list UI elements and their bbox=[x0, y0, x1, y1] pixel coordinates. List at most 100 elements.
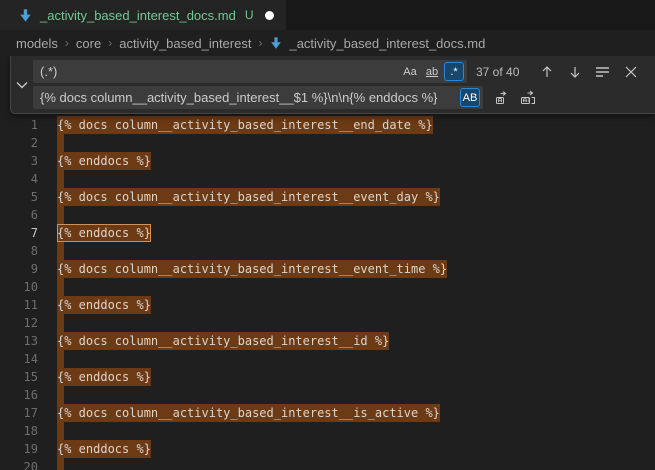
code-line[interactable]: 17{% docs column__activity_based_interes… bbox=[0, 404, 655, 422]
find-match-highlight bbox=[57, 170, 64, 188]
tab-bar: _activity_based_interest_docs.md U bbox=[0, 0, 655, 30]
code-line[interactable]: 16 bbox=[0, 386, 655, 404]
editor-tab[interactable]: _activity_based_interest_docs.md U bbox=[0, 0, 286, 30]
line-number: 2 bbox=[0, 134, 38, 152]
current-find-match: {% enddocs %} bbox=[57, 224, 151, 242]
breadcrumb-item-file[interactable]: _activity_based_interest_docs.md bbox=[269, 36, 485, 51]
line-content: {% enddocs %} bbox=[57, 152, 151, 170]
code-line[interactable]: 11{% enddocs %} bbox=[0, 296, 655, 314]
line-number: 5 bbox=[0, 188, 38, 206]
code-line[interactable]: 6 bbox=[0, 206, 655, 224]
breadcrumb-separator: › bbox=[65, 36, 69, 50]
find-match-highlight: {% docs column__activity_based_interest_… bbox=[57, 260, 447, 278]
whole-word-toggle[interactable]: ab bbox=[422, 62, 442, 81]
find-match-highlight bbox=[57, 206, 64, 224]
line-content bbox=[57, 206, 64, 224]
close-find-button[interactable] bbox=[620, 61, 641, 82]
code-line[interactable]: 18 bbox=[0, 422, 655, 440]
line-number: 13 bbox=[0, 332, 38, 350]
find-in-selection-button[interactable] bbox=[592, 61, 613, 82]
find-match-highlight bbox=[57, 350, 64, 368]
line-content: {% enddocs %} bbox=[57, 368, 151, 386]
code-line[interactable]: 12 bbox=[0, 314, 655, 332]
replace-value: {% docs column__activity_based_interest_… bbox=[40, 90, 458, 105]
code-line[interactable]: 13 {% docs column__activity_based_interes… bbox=[0, 332, 655, 350]
code-lines: 1{% docs column__activity_based_interest… bbox=[0, 116, 655, 470]
line-content: {% docs column__activity_based_interest_… bbox=[57, 116, 433, 134]
preserve-case-toggle[interactable]: AB bbox=[460, 88, 480, 107]
git-status-badge: U bbox=[245, 8, 254, 22]
code-line[interactable]: 4 bbox=[0, 170, 655, 188]
code-line[interactable]: 3 {% enddocs %} bbox=[0, 152, 655, 170]
line-content bbox=[57, 242, 64, 260]
line-number: 12 bbox=[0, 314, 38, 332]
code-line[interactable]: 10 bbox=[0, 278, 655, 296]
line-number: 8 bbox=[0, 242, 38, 260]
line-content bbox=[57, 314, 64, 332]
line-number: 3 bbox=[0, 152, 38, 170]
find-match-highlight: {% docs column__activity_based_interest_… bbox=[57, 188, 440, 206]
close-icon bbox=[625, 66, 637, 78]
line-content: {% docs column__activity_based_interest_… bbox=[57, 188, 440, 206]
find-match-highlight: {% docs column__activity_based_interest_… bbox=[57, 116, 433, 134]
code-line[interactable]: 7 {% enddocs %} bbox=[0, 224, 655, 242]
code-line[interactable]: 19{% enddocs %} bbox=[0, 440, 655, 458]
code-line[interactable]: 9{% docs column__activity_based_interest… bbox=[0, 260, 655, 278]
line-content: {% docs column__activity_based_interest_… bbox=[57, 260, 447, 278]
find-actions bbox=[536, 61, 647, 82]
breadcrumb-item-models[interactable]: models bbox=[16, 36, 58, 51]
line-content bbox=[57, 134, 64, 152]
line-number: 20 bbox=[0, 458, 38, 470]
tab-filename: _activity_based_interest_docs.md bbox=[40, 8, 236, 23]
replace-button[interactable] bbox=[491, 87, 512, 108]
match-count: 37 of 40 bbox=[476, 65, 519, 79]
replace-input[interactable]: {% docs column__activity_based_interest_… bbox=[33, 86, 483, 109]
find-match-highlight: {% enddocs %} bbox=[57, 152, 151, 170]
find-match-highlight bbox=[57, 242, 64, 260]
line-content bbox=[57, 170, 64, 188]
code-line[interactable]: 8 bbox=[0, 242, 655, 260]
breadcrumb-separator: › bbox=[258, 36, 262, 50]
next-match-button[interactable] bbox=[564, 61, 585, 82]
match-case-toggle[interactable]: Aa bbox=[400, 62, 420, 81]
code-line[interactable]: 14 bbox=[0, 350, 655, 368]
search-input[interactable]: (.*) Aa ab .* bbox=[33, 60, 467, 83]
code-line[interactable]: 2 bbox=[0, 134, 655, 152]
code-line[interactable]: 20 bbox=[0, 458, 655, 470]
replace-all-button[interactable] bbox=[518, 87, 539, 108]
markdown-file-icon bbox=[269, 36, 283, 50]
code-line[interactable]: 1{% docs column__activity_based_interest… bbox=[0, 116, 655, 134]
find-match-highlight bbox=[57, 386, 64, 404]
breadcrumb-item-activity-based-interest[interactable]: activity_based_interest bbox=[119, 36, 251, 51]
line-content bbox=[57, 278, 64, 296]
line-number: 11 bbox=[0, 296, 38, 314]
find-match-highlight bbox=[57, 458, 64, 470]
line-number: 7 bbox=[0, 224, 38, 242]
line-content bbox=[57, 386, 64, 404]
find-match-highlight bbox=[57, 278, 64, 296]
code-line[interactable]: 15{% enddocs %} bbox=[0, 368, 655, 386]
line-content bbox=[57, 458, 64, 470]
replace-all-icon bbox=[520, 90, 537, 106]
breadcrumb-filename: _activity_based_interest_docs.md bbox=[289, 36, 485, 51]
regex-toggle[interactable]: .* bbox=[444, 62, 464, 81]
code-line[interactable]: 5 {% docs column__activity_based_interest… bbox=[0, 188, 655, 206]
unsaved-changes-dot[interactable] bbox=[265, 11, 274, 20]
line-number: 14 bbox=[0, 350, 38, 368]
chevron-down-icon bbox=[16, 81, 28, 89]
line-number: 4 bbox=[0, 170, 38, 188]
breadcrumb: models › core › activity_based_interest … bbox=[0, 30, 655, 56]
line-content bbox=[57, 350, 64, 368]
previous-match-button[interactable] bbox=[536, 61, 557, 82]
line-number: 18 bbox=[0, 422, 38, 440]
toggle-replace-button[interactable] bbox=[11, 56, 33, 113]
find-match-highlight: {% docs column__activity_based_interest_… bbox=[57, 332, 389, 350]
find-match-highlight: {% enddocs %} bbox=[57, 368, 151, 386]
line-content: {% enddocs %} bbox=[57, 224, 151, 242]
find-widget-rows: (.*) Aa ab .* 37 of 40 bbox=[33, 56, 655, 113]
breadcrumb-item-core[interactable]: core bbox=[76, 36, 101, 51]
line-number: 17 bbox=[0, 404, 38, 422]
markdown-file-icon bbox=[18, 8, 33, 23]
line-content bbox=[57, 422, 64, 440]
breadcrumb-separator: › bbox=[108, 36, 112, 50]
